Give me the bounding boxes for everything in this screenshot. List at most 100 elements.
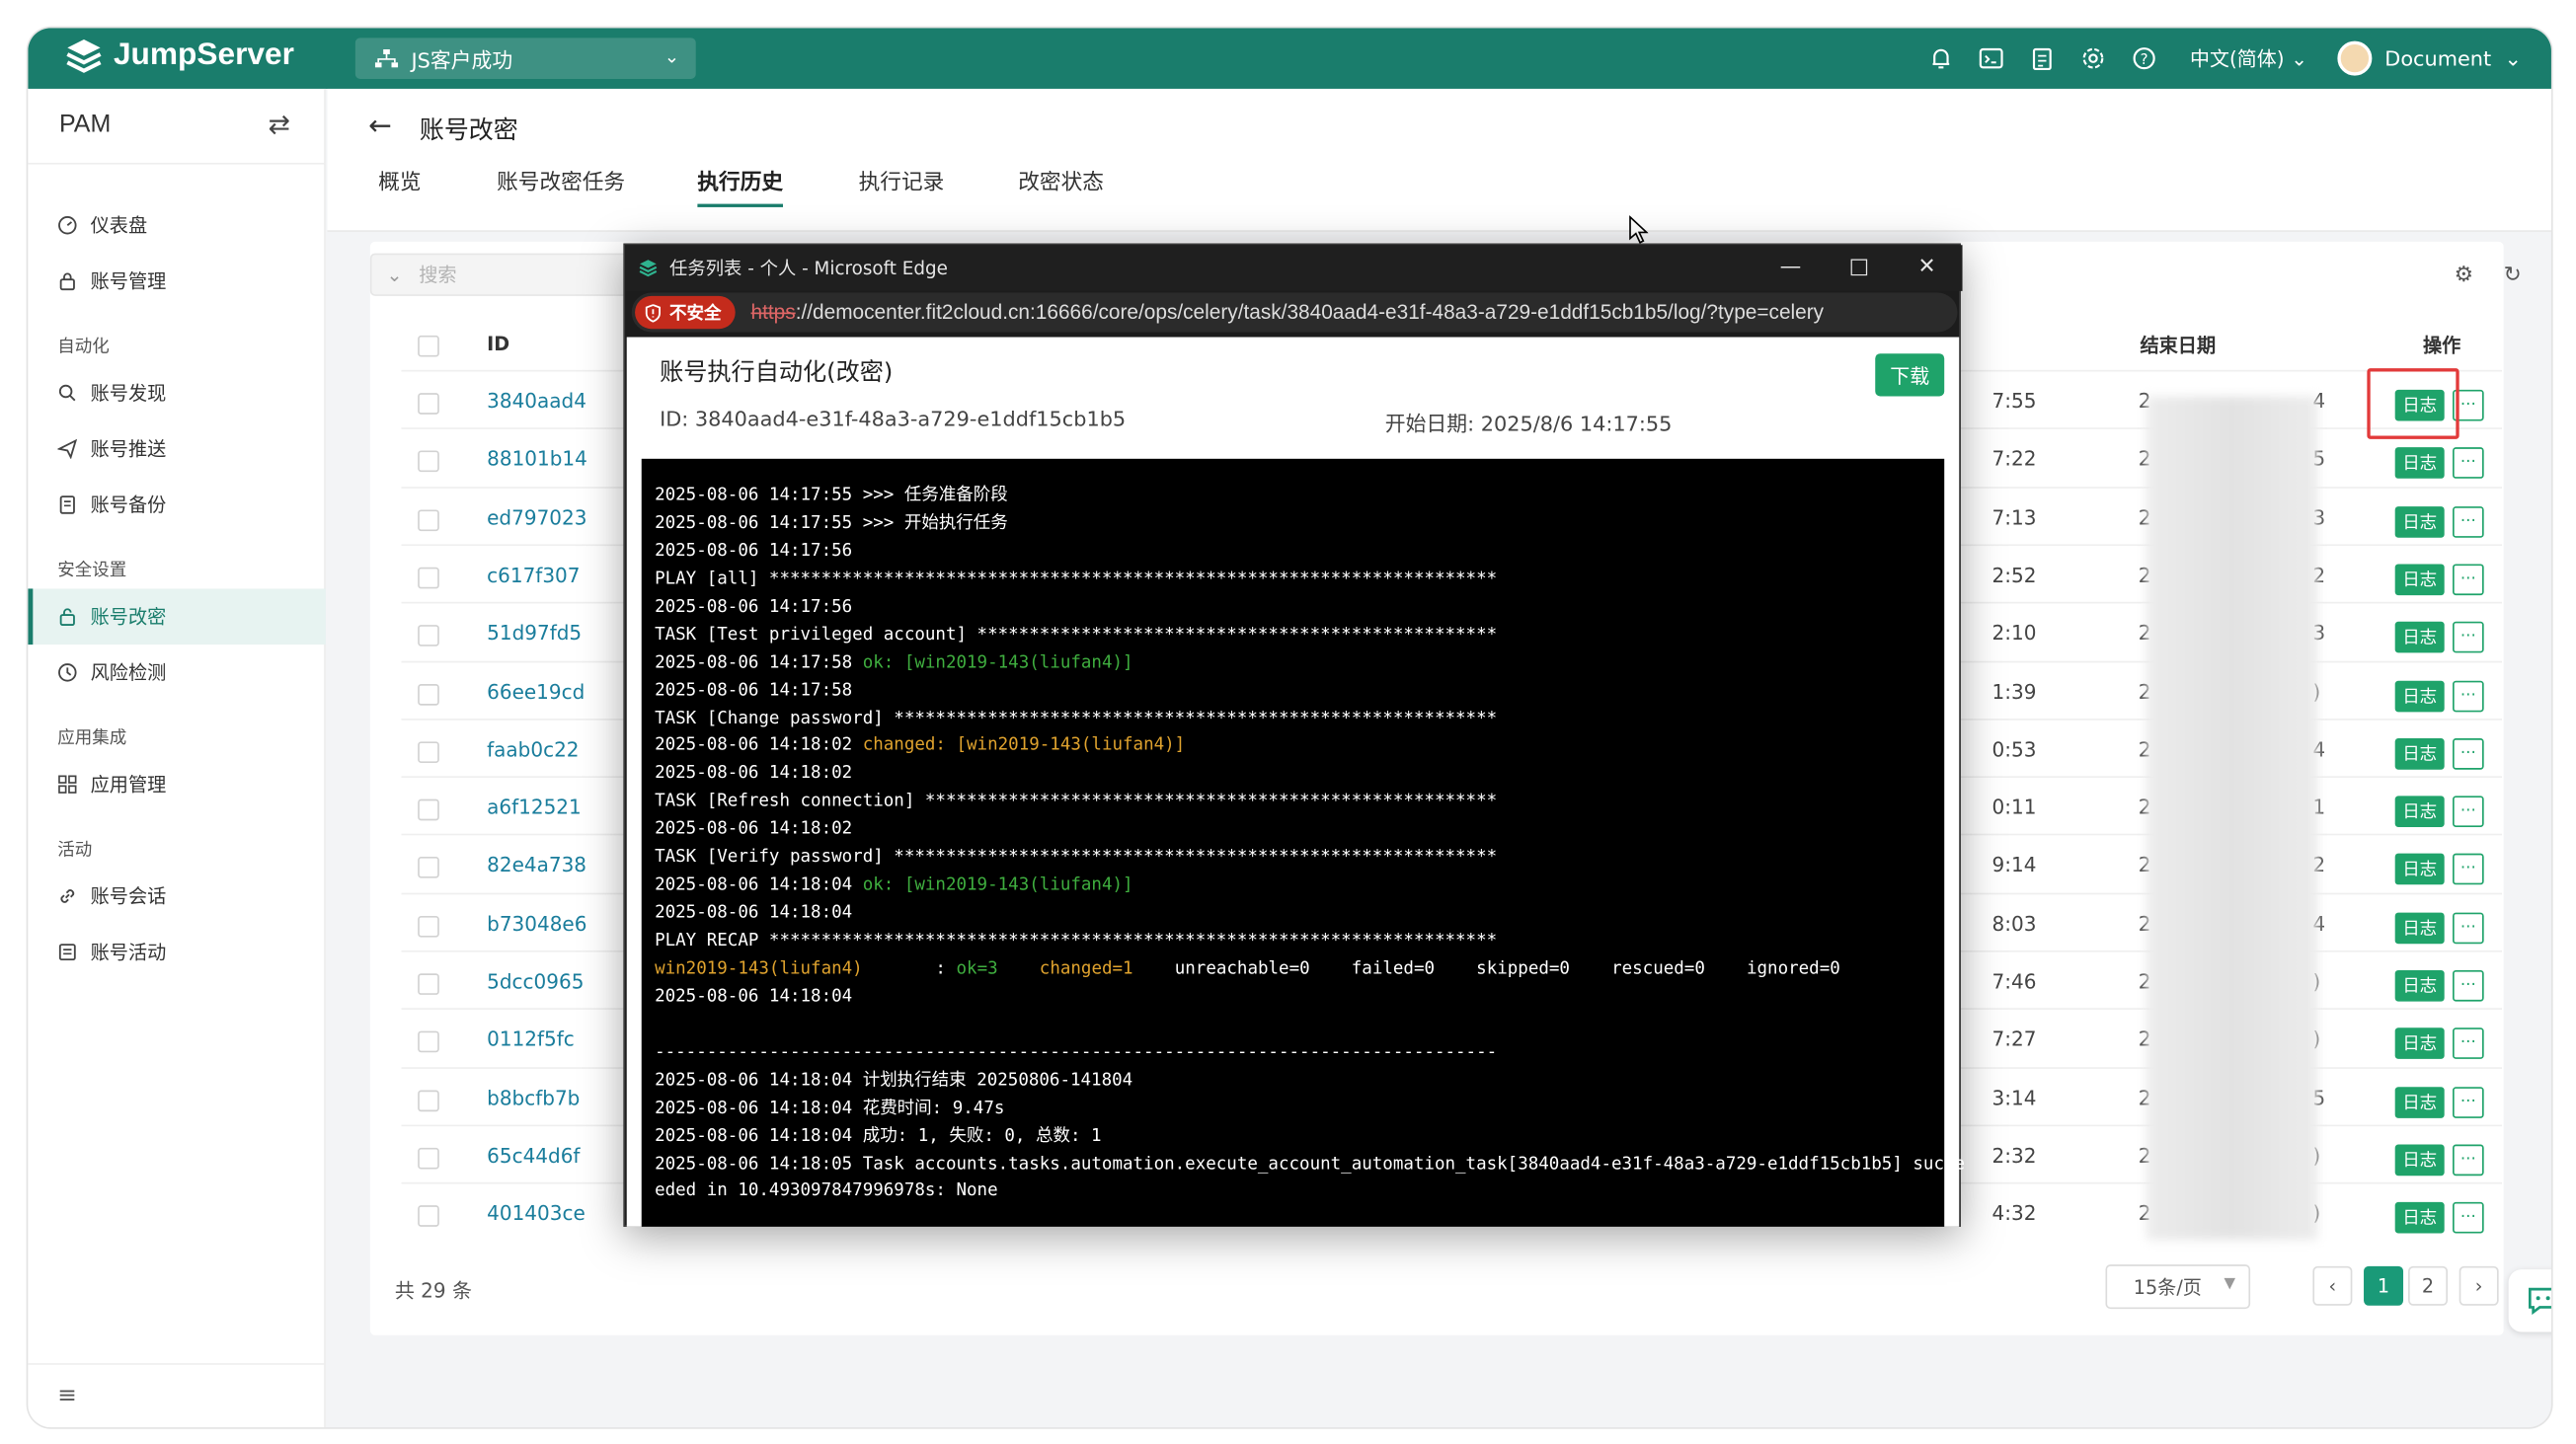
row-checkbox[interactable]	[418, 567, 439, 589]
more-actions-button[interactable]: ···	[2453, 447, 2484, 480]
row-id-link[interactable]: 401403ce	[487, 1202, 585, 1225]
more-actions-button[interactable]: ···	[2453, 564, 2484, 595]
more-actions-button[interactable]: ···	[2453, 737, 2484, 770]
row-checkbox[interactable]	[418, 450, 439, 473]
insecure-badge[interactable]: 不安全	[635, 295, 735, 330]
row-id-link[interactable]: c617f307	[487, 564, 580, 586]
log-button[interactable]: 日志	[2394, 1202, 2445, 1234]
terminal-icon[interactable]	[1966, 28, 2017, 89]
row-checkbox[interactable]	[418, 508, 439, 531]
row-id-link[interactable]: ed797023	[487, 505, 586, 528]
more-actions-button[interactable]: ···	[2453, 854, 2484, 885]
row-id-link[interactable]: 5dcc0965	[487, 970, 584, 993]
log-button[interactable]: 日志	[2394, 564, 2445, 595]
log-button[interactable]: 日志	[2394, 796, 2445, 828]
bell-icon[interactable]	[1915, 28, 1967, 89]
log-button[interactable]: 日志	[2394, 1027, 2445, 1060]
next-page-button[interactable]: ›	[2459, 1265, 2499, 1306]
log-button[interactable]: 日志	[2394, 679, 2445, 712]
tab-change-status[interactable]: 改密状态	[1018, 165, 1104, 207]
log-button[interactable]: 日志	[2394, 447, 2445, 480]
row-id-link[interactable]: faab0c22	[487, 738, 579, 761]
row-id-link[interactable]: a6f12521	[487, 797, 582, 819]
prev-page-button[interactable]: ‹	[2312, 1265, 2353, 1306]
log-button[interactable]: 日志	[2394, 1086, 2445, 1118]
row-id-link[interactable]: 0112f5fc	[487, 1028, 575, 1051]
sidebar-item-account-activity[interactable]: 账号活动	[28, 924, 326, 980]
more-actions-button[interactable]: ···	[2453, 1086, 2484, 1118]
column-header-id[interactable]: ID	[487, 333, 509, 355]
user-menu[interactable]: Document ⌄	[2336, 40, 2522, 76]
page-button-1[interactable]: 1	[2364, 1265, 2404, 1306]
row-id-link[interactable]: b8bcfb7b	[487, 1087, 580, 1109]
log-button[interactable]: 日志	[2394, 1144, 2445, 1177]
sidebar-item-account-discovery[interactable]: 账号发现	[28, 365, 326, 421]
maximize-icon[interactable]: □	[1849, 255, 1869, 279]
gear-icon[interactable]	[2069, 28, 2120, 89]
page-size-select[interactable]: 15条/页 ▼	[2105, 1264, 2251, 1310]
log-button[interactable]: 日志	[2394, 969, 2445, 1002]
more-actions-button[interactable]: ···	[2453, 1027, 2484, 1060]
address-bar[interactable]: 不安全 https://democenter.fit2cloud.cn:1666…	[631, 292, 1958, 333]
more-actions-button[interactable]: ···	[2453, 796, 2484, 828]
log-button[interactable]: 日志	[2394, 912, 2445, 944]
tab-execution-records[interactable]: 执行记录	[859, 165, 945, 207]
row-id-link[interactable]: 88101b14	[487, 448, 587, 471]
log-button[interactable]: 日志	[2394, 505, 2445, 538]
help-icon[interactable]: ?	[2119, 28, 2170, 89]
row-id-link[interactable]: 82e4a738	[487, 854, 586, 876]
row-id-link[interactable]: 66ee19cd	[487, 680, 585, 703]
log-button[interactable]: 日志	[2394, 737, 2445, 770]
row-checkbox[interactable]	[418, 625, 439, 647]
more-actions-button[interactable]: ···	[2453, 622, 2484, 653]
row-checkbox[interactable]	[418, 1205, 439, 1228]
sidebar-item-risk-detection[interactable]: 风险检测	[28, 645, 326, 701]
refresh-icon[interactable]: ↻	[2504, 264, 2522, 288]
more-actions-button[interactable]: ···	[2453, 505, 2484, 538]
row-checkbox[interactable]	[418, 798, 439, 821]
tab-execution-history[interactable]: 执行历史	[697, 165, 784, 207]
more-actions-button[interactable]: ···	[2453, 1202, 2484, 1234]
more-actions-button[interactable]: ···	[2453, 679, 2484, 712]
sidebar-item-account-sessions[interactable]: 账号会话	[28, 869, 326, 925]
close-icon[interactable]: ✕	[1918, 255, 1936, 279]
sidebar-item-app-management[interactable]: 应用管理	[28, 756, 326, 812]
row-checkbox[interactable]	[418, 1089, 439, 1111]
tab-overview[interactable]: 概览	[378, 165, 421, 207]
collapse-menu-icon[interactable]: ≡	[57, 1383, 77, 1409]
sidebar-item-change-secret[interactable]: 账号改密	[28, 588, 326, 646]
more-actions-button[interactable]: ···	[2453, 1144, 2484, 1177]
tab-change-secret-tasks[interactable]: 账号改密任务	[497, 165, 625, 207]
row-checkbox[interactable]	[418, 393, 439, 415]
row-id-link[interactable]: 65c44d6f	[487, 1144, 580, 1167]
row-checkbox[interactable]	[418, 1031, 439, 1053]
switch-view-icon[interactable]: ⇄	[269, 109, 290, 140]
row-checkbox[interactable]	[418, 1147, 439, 1170]
clipboard-icon[interactable]	[2017, 28, 2069, 89]
chat-assistant-button[interactable]	[2508, 1269, 2551, 1332]
back-arrow-icon[interactable]: ←	[368, 111, 392, 143]
more-actions-button[interactable]: ···	[2453, 912, 2484, 944]
row-checkbox[interactable]	[418, 915, 439, 938]
page-button-2[interactable]: 2	[2408, 1265, 2449, 1306]
log-terminal[interactable]: 2025-08-06 14:17:55 >>> 任务准备阶段 2025-08-06…	[641, 458, 1965, 1227]
window-titlebar[interactable]: 任务列表 - 个人 - Microsoft Edge	[625, 245, 1963, 291]
settings-icon[interactable]: ⚙	[2455, 264, 2473, 288]
organization-selector[interactable]: JS客户成功 ⌄	[354, 38, 696, 79]
row-id-link[interactable]: 51d97fd5	[487, 622, 582, 645]
row-checkbox[interactable]	[418, 973, 439, 995]
column-header-end-date[interactable]: 结束日期	[2140, 333, 2216, 359]
minimize-icon[interactable]: —	[1780, 255, 1802, 279]
log-button[interactable]: 日志	[2394, 622, 2445, 653]
log-button[interactable]: 日志	[2394, 854, 2445, 885]
sidebar-item-accounts[interactable]: 账号管理	[28, 254, 326, 310]
row-id-link[interactable]: 3840aad4	[487, 390, 586, 413]
download-button[interactable]: 下载	[1875, 353, 1945, 397]
row-checkbox[interactable]	[418, 683, 439, 705]
sidebar-item-account-backup[interactable]: 账号备份	[28, 477, 326, 533]
row-checkbox[interactable]	[418, 857, 439, 879]
brand-logo[interactable]: JumpServer	[64, 38, 294, 74]
sidebar-item-dashboard[interactable]: 仪表盘	[28, 197, 326, 254]
language-selector[interactable]: 中文(简体) ⌄	[2190, 44, 2307, 72]
sidebar-item-account-push[interactable]: 账号推送	[28, 420, 326, 477]
